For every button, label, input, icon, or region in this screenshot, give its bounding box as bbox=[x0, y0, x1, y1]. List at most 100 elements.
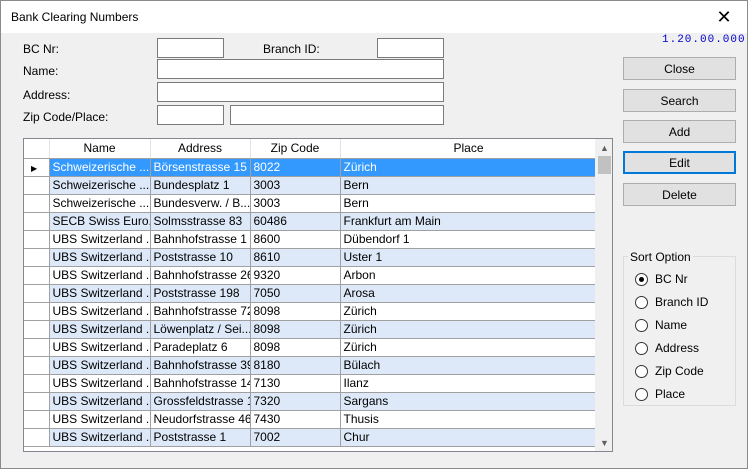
cell-address[interactable]: Bahnhofstrasse 39 bbox=[150, 356, 251, 375]
cell-name[interactable]: UBS Switzerland ... bbox=[49, 320, 151, 339]
table-row[interactable]: UBS Switzerland ... Poststrasse 1 7002 Chur bbox=[24, 428, 598, 447]
cell-address[interactable]: Bahnhofstrasse 14 bbox=[150, 374, 251, 393]
cell-place[interactable]: Bern bbox=[340, 176, 598, 195]
table-row[interactable]: UBS Switzerland ... Bahnhofstrasse 1 8600 D… bbox=[24, 230, 598, 249]
cell-name[interactable]: UBS Switzerland ... bbox=[49, 230, 151, 249]
cell-address[interactable]: Solmsstrasse 83 bbox=[150, 212, 251, 231]
cell-place[interactable]: Arosa bbox=[340, 284, 598, 303]
cell-name[interactable]: UBS Switzerland ... bbox=[49, 248, 151, 267]
cell-name[interactable]: UBS Switzerland ... bbox=[49, 266, 151, 285]
column-header-zip-code[interactable]: Zip Code bbox=[250, 139, 341, 159]
table-row[interactable]: UBS Switzerland ... Poststrasse 10 8610 Ust… bbox=[24, 248, 598, 267]
search-button[interactable]: Search bbox=[623, 89, 736, 112]
place-input[interactable] bbox=[230, 105, 444, 125]
cell-zip-code[interactable]: 8600 bbox=[250, 230, 341, 249]
chevron-down-icon[interactable]: ▼ bbox=[596, 434, 612, 451]
cell-address[interactable]: Neudorfstrasse 46 bbox=[150, 410, 251, 429]
cell-zip-code[interactable]: 3003 bbox=[250, 194, 341, 213]
table-row[interactable]: UBS Switzerland ... Poststrasse 198 7050 Ar… bbox=[24, 284, 598, 303]
row-header-cell[interactable] bbox=[24, 338, 50, 357]
cell-zip-code[interactable]: 7002 bbox=[250, 428, 341, 447]
cell-zip-code[interactable]: 8098 bbox=[250, 320, 341, 339]
address-input[interactable] bbox=[157, 82, 444, 102]
cell-place[interactable]: Ilanz bbox=[340, 374, 598, 393]
cell-place[interactable]: Bülach bbox=[340, 356, 598, 375]
cell-place[interactable]: Uster 1 bbox=[340, 248, 598, 267]
scrollbar-thumb[interactable] bbox=[598, 156, 611, 174]
cell-name[interactable]: UBS Switzerland ... bbox=[49, 356, 151, 375]
row-header-cell[interactable] bbox=[24, 428, 50, 447]
cell-zip-code[interactable]: 8022 bbox=[250, 158, 341, 177]
table-row[interactable]: UBS Switzerland ... Bahnhofstrasse 26 9320… bbox=[24, 266, 598, 285]
sort-option-place[interactable]: Place bbox=[635, 386, 685, 402]
cell-name[interactable]: SECB Swiss Euro... bbox=[49, 212, 151, 231]
chevron-up-icon[interactable]: ▲ bbox=[596, 139, 612, 156]
cell-address[interactable]: Grossfeldstrasse 19 bbox=[150, 392, 251, 411]
row-header-cell[interactable] bbox=[24, 410, 50, 429]
radio-button[interactable] bbox=[635, 387, 648, 401]
close-button[interactable]: Close bbox=[623, 57, 736, 80]
cell-place[interactable]: Zürich bbox=[340, 158, 598, 177]
table-row[interactable]: UBS Switzerland ... Bahnhofstrasse 14 7130… bbox=[24, 374, 598, 393]
cell-address[interactable]: Paradeplatz 6 bbox=[150, 338, 251, 357]
cell-place[interactable]: Zürich bbox=[340, 338, 598, 357]
name-input[interactable] bbox=[157, 59, 444, 79]
cell-zip-code[interactable]: 7320 bbox=[250, 392, 341, 411]
table-row[interactable]: UBS Switzerland ... Löwenplatz / Sei... 80… bbox=[24, 320, 598, 339]
cell-address[interactable]: Poststrasse 1 bbox=[150, 428, 251, 447]
radio-button[interactable] bbox=[635, 318, 648, 332]
grid-vertical-scrollbar[interactable]: ▲ ▼ bbox=[595, 139, 612, 451]
cell-zip-code[interactable]: 8098 bbox=[250, 302, 341, 321]
table-row[interactable]: UBS Switzerland ... Grossfeldstrasse 19 73… bbox=[24, 392, 598, 411]
row-header-cell[interactable] bbox=[24, 230, 50, 249]
radio-button[interactable] bbox=[635, 364, 648, 378]
column-header-place[interactable]: Place bbox=[340, 139, 598, 159]
cell-zip-code[interactable]: 3003 bbox=[250, 176, 341, 195]
cell-zip-code[interactable]: 8098 bbox=[250, 338, 341, 357]
bc-nr-input[interactable] bbox=[157, 38, 224, 58]
radio-button[interactable] bbox=[635, 341, 648, 355]
cell-place[interactable]: Zürich bbox=[340, 302, 598, 321]
column-header-name[interactable]: Name bbox=[49, 139, 151, 159]
cell-name[interactable]: UBS Switzerland ... bbox=[49, 284, 151, 303]
cell-place[interactable]: Frankfurt am Main bbox=[340, 212, 598, 231]
radio-button[interactable] bbox=[635, 272, 648, 286]
table-row[interactable]: SECB Swiss Euro... Solmsstrasse 83 60486 Fr… bbox=[24, 212, 598, 231]
table-row[interactable]: Schweizerische ... Bundesverw. / B... 3003… bbox=[24, 194, 598, 213]
sort-option-bc-nr[interactable]: BC Nr bbox=[635, 271, 688, 287]
cell-address[interactable]: Bundesverw. / B... bbox=[150, 194, 251, 213]
table-row[interactable]: UBS Switzerland ... Neudorfstrasse 46 7430… bbox=[24, 410, 598, 429]
cell-zip-code[interactable]: 9320 bbox=[250, 266, 341, 285]
table-row[interactable]: UBS Switzerland ... Paradeplatz 6 8098 Züri… bbox=[24, 338, 598, 357]
sort-option-address[interactable]: Address bbox=[635, 340, 699, 356]
cell-address[interactable]: Bahnhofstrasse 1 bbox=[150, 230, 251, 249]
cell-name[interactable]: UBS Switzerland ... bbox=[49, 374, 151, 393]
cell-name[interactable]: UBS Switzerland ... bbox=[49, 392, 151, 411]
edit-button[interactable]: Edit bbox=[623, 151, 736, 174]
cell-address[interactable]: Poststrasse 10 bbox=[150, 248, 251, 267]
cell-name[interactable]: UBS Switzerland ... bbox=[49, 302, 151, 321]
cell-zip-code[interactable]: 60486 bbox=[250, 212, 341, 231]
cell-name[interactable]: Schweizerische ... bbox=[49, 194, 151, 213]
table-row[interactable]: ▶ Schweizerische ... Börsenstrasse 15 8022 Z… bbox=[24, 158, 598, 177]
table-row[interactable]: UBS Switzerland ... Bahnhofstrasse 72 8098… bbox=[24, 302, 598, 321]
cell-zip-code[interactable]: 7430 bbox=[250, 410, 341, 429]
branch-id-input[interactable] bbox=[377, 38, 444, 58]
cell-place[interactable]: Zürich bbox=[340, 320, 598, 339]
row-header-cell[interactable] bbox=[24, 356, 50, 375]
cell-name[interactable]: UBS Switzerland ... bbox=[49, 428, 151, 447]
cell-zip-code[interactable]: 8180 bbox=[250, 356, 341, 375]
row-header-cell[interactable] bbox=[24, 212, 50, 231]
row-header-cell[interactable] bbox=[24, 248, 50, 267]
delete-button[interactable]: Delete bbox=[623, 183, 736, 206]
row-header-cell[interactable]: ▶ bbox=[24, 158, 50, 177]
cell-name[interactable]: Schweizerische ... bbox=[49, 176, 151, 195]
row-header-cell[interactable] bbox=[24, 320, 50, 339]
cell-address[interactable]: Löwenplatz / Sei... bbox=[150, 320, 251, 339]
sort-option-branch-id[interactable]: Branch ID bbox=[635, 294, 708, 310]
column-header-address[interactable]: Address bbox=[150, 139, 251, 159]
cell-place[interactable]: Dübendorf 1 bbox=[340, 230, 598, 249]
row-header-cell[interactable] bbox=[24, 194, 50, 213]
cell-zip-code[interactable]: 7130 bbox=[250, 374, 341, 393]
cell-place[interactable]: Sargans bbox=[340, 392, 598, 411]
